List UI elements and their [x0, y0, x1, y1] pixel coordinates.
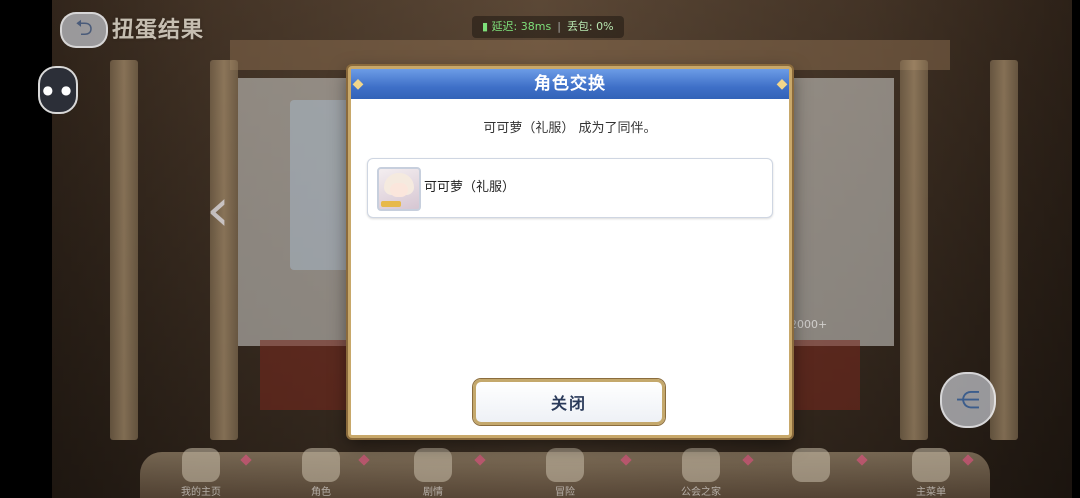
character-portrait-icon [377, 167, 421, 211]
share-button[interactable]: ⋲ [940, 372, 996, 428]
menu-item-adventure[interactable]: 冒险 [530, 448, 600, 498]
menu-label: 冒险 [555, 487, 575, 498]
right-pillar [990, 60, 1018, 440]
menu-item-story[interactable]: 剧情 [398, 448, 468, 498]
menu-label: 主菜单 [916, 487, 946, 498]
crystal-icon [912, 448, 950, 482]
back-button[interactable]: ⮌ [60, 12, 108, 48]
page-title: 扭蛋结果 [112, 18, 205, 43]
packet-loss-label: 丢包: 0% [566, 20, 614, 33]
background-card [290, 100, 350, 270]
chevron-left-icon: ‹ [206, 175, 230, 245]
menu-item-main-menu[interactable]: 主菜单 [896, 448, 966, 498]
menu-item-character[interactable]: 角色 [286, 448, 356, 498]
menu-label: 角色 [311, 487, 331, 498]
rarity-badge [381, 201, 401, 207]
dialog-message: 可可萝（礼服） 成为了同伴。 [483, 121, 657, 136]
dialog-title: 角色交换 [534, 74, 606, 94]
character-exchange-dialog: ◆ ◆ 角色交换 可可萝（礼服） 成为了同伴。 可可萝（礼服） 关闭 [348, 66, 792, 438]
network-status: ▮ 延迟: 38ms | 丢包: 0% [472, 16, 624, 38]
back-arrow-icon: ⮌ [75, 16, 93, 41]
menu-label: 剧情 [423, 487, 443, 498]
menu-item-home[interactable]: 我的主页 [166, 448, 236, 498]
menu-item-guild-house[interactable]: 公会之家 [666, 448, 736, 498]
divider: | [557, 20, 561, 33]
menu-label: 我的主页 [181, 487, 221, 498]
more-dots-icon: ● ● [42, 83, 74, 97]
character-icon [302, 448, 340, 482]
left-pillar [110, 60, 138, 440]
right-inner-pillar [900, 60, 928, 440]
sword-icon [546, 448, 584, 482]
background-note: 2000+ [790, 318, 828, 331]
signal-icon: ▮ [482, 20, 489, 33]
result-character-row: 可可萝（礼服） [367, 158, 773, 218]
gacha-icon [792, 448, 830, 482]
close-button-label: 关闭 [550, 394, 587, 413]
character-name: 可可萝（礼服） [424, 180, 516, 195]
share-icon: ⋲ [956, 386, 980, 414]
latency-label: 延迟: 38ms [491, 20, 552, 33]
scroll-icon [414, 448, 452, 482]
floating-menu-button[interactable]: ● ● [38, 66, 78, 114]
screen-right-edge [1072, 0, 1080, 498]
left-inner-pillar [210, 60, 238, 440]
menu-item-gacha[interactable] [776, 448, 846, 498]
home-icon [182, 448, 220, 482]
portrait-face [390, 183, 408, 197]
house-icon [682, 448, 720, 482]
menu-label: 公会之家 [681, 487, 721, 498]
close-button[interactable]: 关闭 [473, 379, 665, 425]
